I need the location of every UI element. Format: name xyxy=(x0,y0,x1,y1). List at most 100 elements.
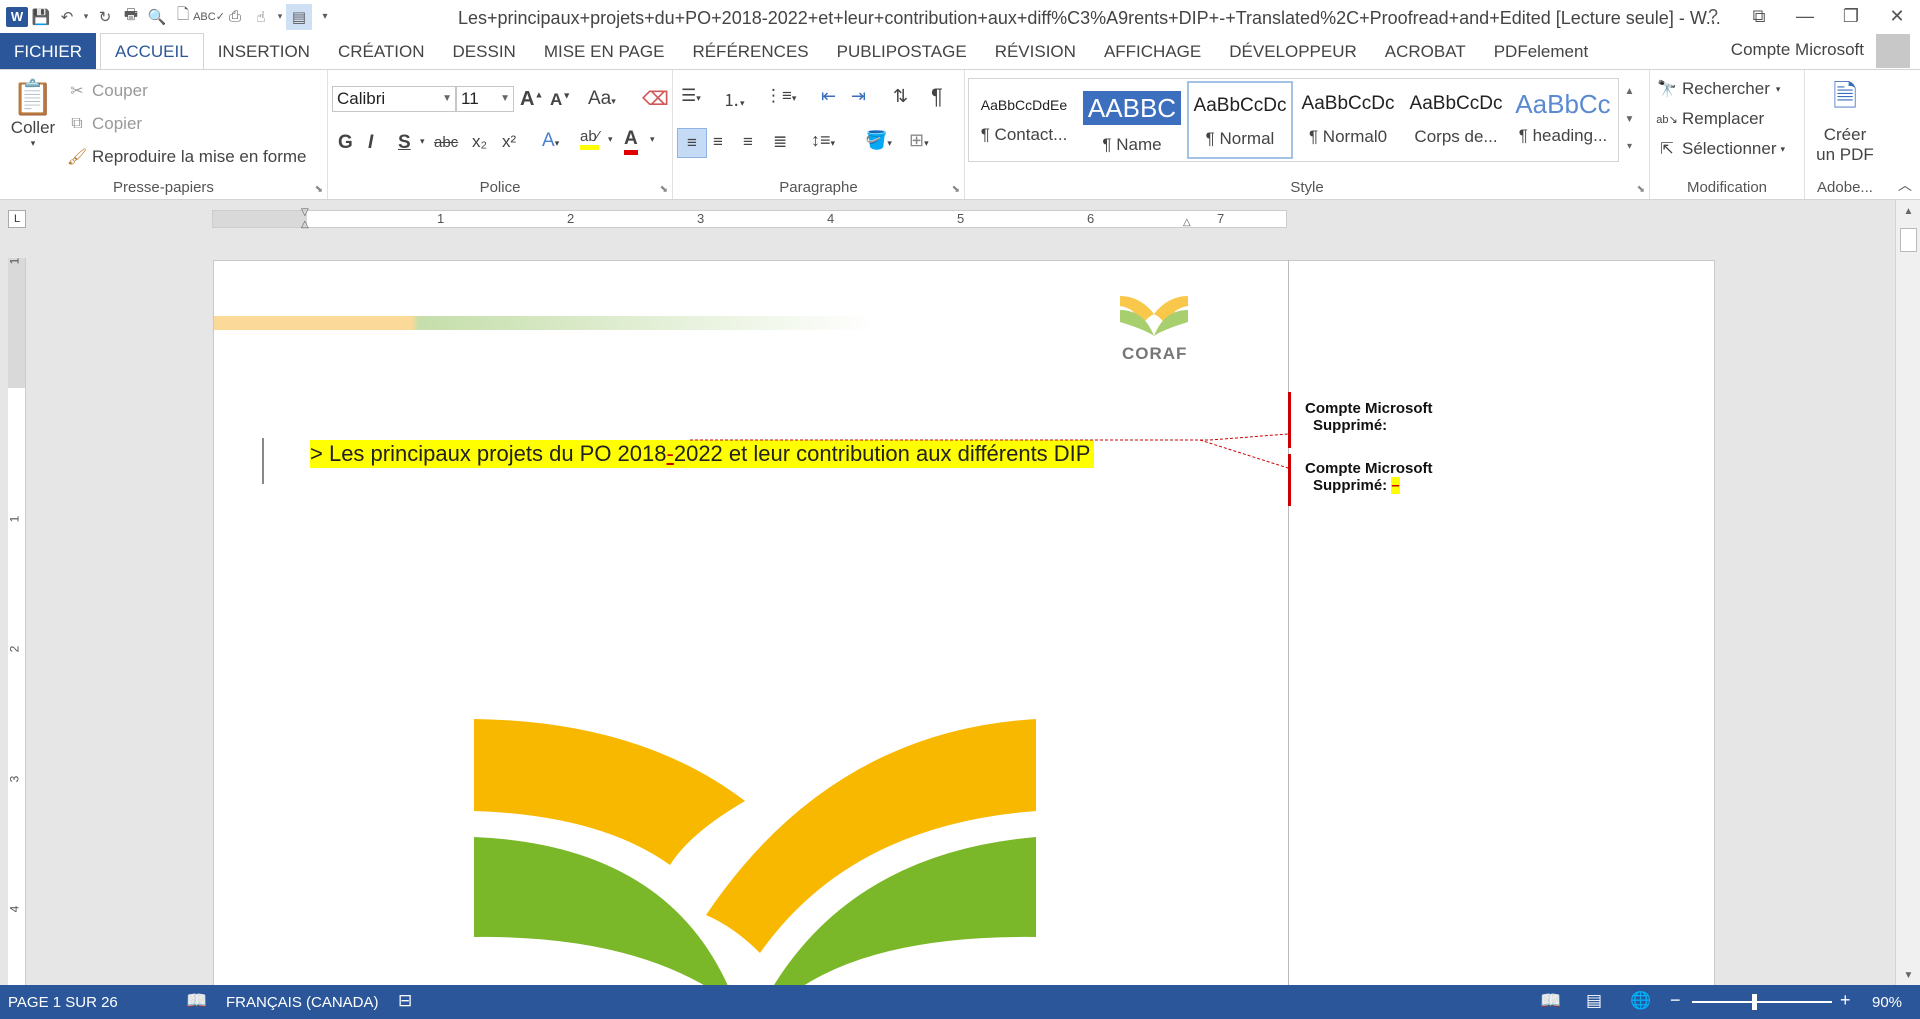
gallery-up-icon[interactable]: ▲ xyxy=(1619,78,1640,106)
print-preview-icon[interactable]: 🔍 xyxy=(144,4,170,30)
vertical-ruler[interactable]: 1 1 2 3 4 xyxy=(7,258,26,985)
language-indicator[interactable]: FRANÇAIS (CANADA) xyxy=(226,994,379,1011)
revision-balloon-1[interactable]: Compte Microsoft Supprimé: xyxy=(1288,392,1508,448)
numbering-icon[interactable]: ⒈▾ xyxy=(723,86,745,111)
save-icon[interactable]: 💾 xyxy=(28,4,54,30)
italic-button[interactable]: I xyxy=(368,132,373,154)
font-launcher-icon[interactable]: ⬊ xyxy=(660,184,668,195)
styles-gallery-scroll[interactable]: ▲ ▼ ▾ xyxy=(1618,78,1640,162)
collapse-ribbon-icon[interactable]: ︿ xyxy=(1898,175,1912,195)
revision-balloon-2[interactable]: Compte Microsoft Supprimé: – xyxy=(1288,454,1508,506)
bullets-icon[interactable]: ☰▾ xyxy=(681,86,701,106)
account-name[interactable]: Compte Microsoft xyxy=(1731,40,1864,60)
show-formatting-icon[interactable]: ¶ xyxy=(931,84,943,110)
create-pdf-button[interactable]: 🗎 Créer un PDF xyxy=(1811,74,1879,165)
underline-button[interactable]: S xyxy=(398,132,411,154)
justify-icon[interactable]: ≣ xyxy=(773,132,787,152)
account-avatar[interactable] xyxy=(1876,34,1910,68)
font-color-icon[interactable]: A xyxy=(624,128,638,155)
tab-accueil[interactable]: ACCUEIL xyxy=(100,33,204,70)
gallery-more-icon[interactable]: ▾ xyxy=(1619,134,1640,160)
style-normal[interactable]: AaBbCcDc ¶ Normal xyxy=(1187,81,1293,159)
tab-mise-en-page[interactable]: MISE EN PAGE xyxy=(530,33,679,70)
style-corps[interactable]: AaBbCcDc Corps de... xyxy=(1403,81,1509,159)
ribbon-display-options-button[interactable]: ⧉ xyxy=(1736,0,1782,33)
tab-acrobat[interactable]: ACROBAT xyxy=(1371,33,1480,70)
style-heading[interactable]: AaBbCc ¶ heading... xyxy=(1511,81,1615,159)
tab-affichage[interactable]: AFFICHAGE xyxy=(1090,33,1215,70)
touch-mode-icon[interactable]: ☝ xyxy=(248,4,274,30)
redo-icon[interactable]: ↻ xyxy=(92,4,118,30)
tab-publipostage[interactable]: PUBLIPOSTAGE xyxy=(823,33,981,70)
web-layout-view-icon[interactable]: 🌐 xyxy=(1630,991,1651,1011)
grow-font-icon[interactable]: A▲ xyxy=(520,88,543,111)
tab-references[interactable]: RÉFÉRENCES xyxy=(678,33,822,70)
gallery-down-icon[interactable]: ▼ xyxy=(1619,106,1640,134)
underline-dropdown-icon[interactable]: ▾ xyxy=(420,136,425,147)
tab-developpeur[interactable]: DÉVELOPPEUR xyxy=(1215,33,1371,70)
scroll-down-icon[interactable]: ▼ xyxy=(1896,970,1920,981)
minimize-button[interactable]: — xyxy=(1782,0,1828,33)
undo-dropdown-icon[interactable]: ▾ xyxy=(80,4,92,30)
align-right-icon[interactable]: ≡ xyxy=(743,132,753,152)
shrink-font-icon[interactable]: A▼ xyxy=(550,90,571,110)
find-button[interactable]: 🔭 Rechercher ▾ xyxy=(1656,78,1780,100)
borders-icon[interactable]: ⊞▾ xyxy=(909,130,929,151)
increase-indent-icon[interactable]: ⇥ xyxy=(851,86,866,107)
zoom-in-icon[interactable]: + xyxy=(1840,990,1851,1011)
paste-button[interactable]: 📋 Coller ▾ xyxy=(10,78,56,149)
clear-formatting-icon[interactable]: ⌫ xyxy=(642,88,669,111)
maximize-button[interactable]: ❐ xyxy=(1828,0,1874,33)
copy-button[interactable]: ⧉ Copier xyxy=(66,113,142,135)
touch-mode-dropdown-icon[interactable]: ▾ xyxy=(274,4,286,30)
highlight-icon[interactable]: ab⁄ xyxy=(580,128,600,150)
customize-qat-icon[interactable]: ▾ xyxy=(312,4,338,30)
style-name[interactable]: AABBC ¶ Name xyxy=(1079,81,1185,159)
tab-pdfelement[interactable]: PDFelement xyxy=(1480,33,1602,70)
hanging-indent-icon[interactable]: △ xyxy=(301,219,309,230)
macro-record-icon[interactable]: ⊟ xyxy=(398,991,412,1011)
styles-launcher-icon[interactable]: ⬊ xyxy=(1637,184,1645,195)
tab-dessin[interactable]: DESSIN xyxy=(439,33,530,70)
zoom-out-icon[interactable]: − xyxy=(1670,990,1681,1011)
horizontal-ruler[interactable]: ▽ △ △ 1 2 3 4 5 6 7 xyxy=(212,207,1287,230)
tab-fichier[interactable]: FICHIER xyxy=(0,33,96,70)
page-count[interactable]: PAGE 1 SUR 26 xyxy=(8,994,118,1011)
vertical-scrollbar[interactable]: ▲ ▼ xyxy=(1895,200,1920,985)
read-mode-view-icon[interactable]: 📖 xyxy=(1540,991,1561,1011)
clipboard-launcher-icon[interactable]: ⬊ xyxy=(315,184,323,195)
cut-button[interactable]: ✂ Couper xyxy=(66,80,147,102)
zoom-slider-thumb[interactable] xyxy=(1752,994,1757,1010)
bold-button[interactable]: G xyxy=(338,132,353,154)
tab-insertion[interactable]: INSERTION xyxy=(204,33,324,70)
style-normal0[interactable]: AaBbCcDc ¶ Normal0 xyxy=(1295,81,1401,159)
highlight-dropdown-icon[interactable]: ▾ xyxy=(608,134,613,145)
decrease-indent-icon[interactable]: ⇤ xyxy=(821,86,836,107)
undo-icon[interactable]: ↶ xyxy=(54,4,80,30)
spelling-icon[interactable]: ABC✓ xyxy=(193,4,225,30)
style-contact[interactable]: AaBbCcDdEe ¶ Contact... xyxy=(971,81,1077,159)
zoom-level[interactable]: 90% xyxy=(1872,994,1902,1011)
text-effects-icon[interactable]: A▾ xyxy=(542,130,559,152)
help-button[interactable]: ? xyxy=(1690,0,1736,33)
tab-selector-icon[interactable]: L xyxy=(8,210,26,228)
superscript-button[interactable]: x² xyxy=(502,132,516,152)
scroll-up-icon[interactable]: ▲ xyxy=(1896,206,1920,217)
proofing-icon[interactable]: 📖 xyxy=(186,991,207,1011)
scroll-thumb[interactable] xyxy=(1900,228,1917,252)
multilevel-list-icon[interactable]: ⋮≡▾ xyxy=(765,86,796,106)
font-name-combo[interactable]: Calibri ▼ xyxy=(332,86,456,112)
paragraph-launcher-icon[interactable]: ⬊ xyxy=(952,184,960,195)
align-center-icon[interactable]: ≡ xyxy=(713,132,723,152)
word-app-icon[interactable]: W xyxy=(6,6,28,27)
shading-icon[interactable]: 🪣▾ xyxy=(865,130,892,151)
quick-print-icon[interactable]: ⎙ xyxy=(222,4,248,30)
change-case-button[interactable]: Aa▾ xyxy=(588,88,616,110)
align-left-icon[interactable]: ≡ xyxy=(677,128,707,158)
indent-marker-icon[interactable]: ▽ xyxy=(301,207,309,218)
strikethrough-button[interactable]: abc xyxy=(434,134,458,151)
format-painter-button[interactable]: 🖌 Reproduire la mise en forme xyxy=(66,146,307,168)
close-button[interactable]: ✕ xyxy=(1874,0,1920,33)
read-mode-icon[interactable]: ▤ xyxy=(286,3,312,30)
sort-icon[interactable]: ⇅ xyxy=(893,86,908,107)
